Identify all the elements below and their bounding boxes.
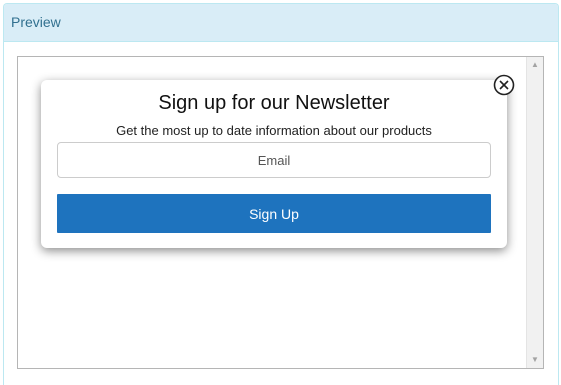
popup-title: Sign up for our Newsletter: [158, 92, 390, 114]
panel-heading: Preview: [4, 4, 558, 42]
scroll-up-arrow-icon[interactable]: ▲: [527, 57, 543, 73]
popup-subtitle: Get the most up to date information abou…: [116, 123, 432, 138]
close-popup-button[interactable]: [493, 74, 515, 96]
newsletter-popup: Sign up for our Newsletter Get the most …: [41, 80, 507, 248]
sign-up-button[interactable]: Sign Up: [57, 194, 491, 233]
scroll-down-arrow-icon[interactable]: ▼: [527, 352, 543, 368]
close-circle-icon: [493, 74, 515, 96]
vertical-scrollbar[interactable]: ▲ ▼: [526, 57, 543, 368]
email-input[interactable]: [57, 142, 491, 178]
